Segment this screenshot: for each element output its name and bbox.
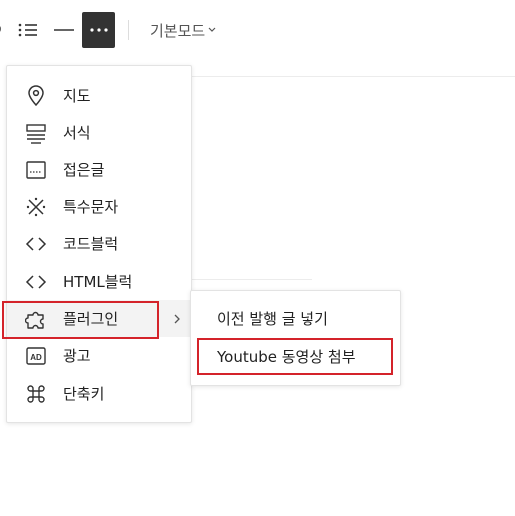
format-icon [25, 122, 47, 144]
menu-item-label: 광고 [63, 347, 91, 365]
editor-divider-middle [190, 279, 312, 280]
fold-icon [25, 159, 47, 181]
mode-label: 기본모드 [150, 21, 206, 40]
code-icon [25, 233, 47, 255]
menu-item-label: 지도 [63, 87, 91, 105]
svg-text:AD: AD [30, 353, 42, 362]
menu-item-fold[interactable]: 접은글 [7, 151, 191, 188]
menu-item-ad[interactable]: AD 광고 [7, 337, 191, 374]
special-char-icon [25, 196, 47, 218]
menu-item-html-block[interactable]: HTML블럭 [7, 263, 191, 300]
submenu-item-label: 이전 발행 글 넣기 [217, 310, 328, 328]
menu-item-label: HTML블럭 [63, 273, 133, 291]
html-code-icon [25, 271, 47, 293]
menu-item-map[interactable]: 지도 [7, 77, 191, 114]
menu-item-label: 특수문자 [63, 198, 119, 216]
menu-item-special-char[interactable]: 특수문자 [7, 188, 191, 225]
more-button[interactable] [82, 12, 115, 48]
highlight-youtube-box [197, 338, 393, 375]
more-dropdown-menu: 지도 서식 접은글 특수문자 코드블럭 HTML블럭 플러그인 AD 광고 단축… [6, 65, 192, 423]
menu-item-label: 서식 [63, 124, 91, 142]
menu-item-format[interactable]: 서식 [7, 114, 191, 151]
menu-item-label: 접은글 [63, 161, 105, 179]
list-icon[interactable] [16, 18, 40, 42]
map-pin-icon [25, 84, 47, 107]
editor-toolbar: 기본모드 [0, 0, 515, 60]
chevron-right-icon [173, 312, 185, 326]
horizontal-rule-icon[interactable] [52, 18, 76, 42]
chevron-down-icon [208, 27, 216, 33]
mode-selector[interactable]: 기본모드 [150, 17, 216, 43]
menu-item-code-block[interactable]: 코드블럭 [7, 225, 191, 262]
highlight-plugin-box [2, 301, 159, 339]
editor-divider-top [190, 76, 515, 77]
ad-icon: AD [25, 345, 47, 367]
toolbar-divider [128, 20, 129, 40]
partial-icon[interactable] [0, 18, 6, 42]
menu-item-label: 코드블럭 [63, 235, 119, 253]
more-icon [89, 28, 108, 32]
submenu-item-previous-post[interactable]: 이전 발행 글 넣기 [191, 300, 400, 337]
menu-item-shortcut[interactable]: 단축키 [7, 375, 191, 412]
command-icon [25, 383, 47, 405]
menu-item-label: 단축키 [63, 385, 105, 403]
